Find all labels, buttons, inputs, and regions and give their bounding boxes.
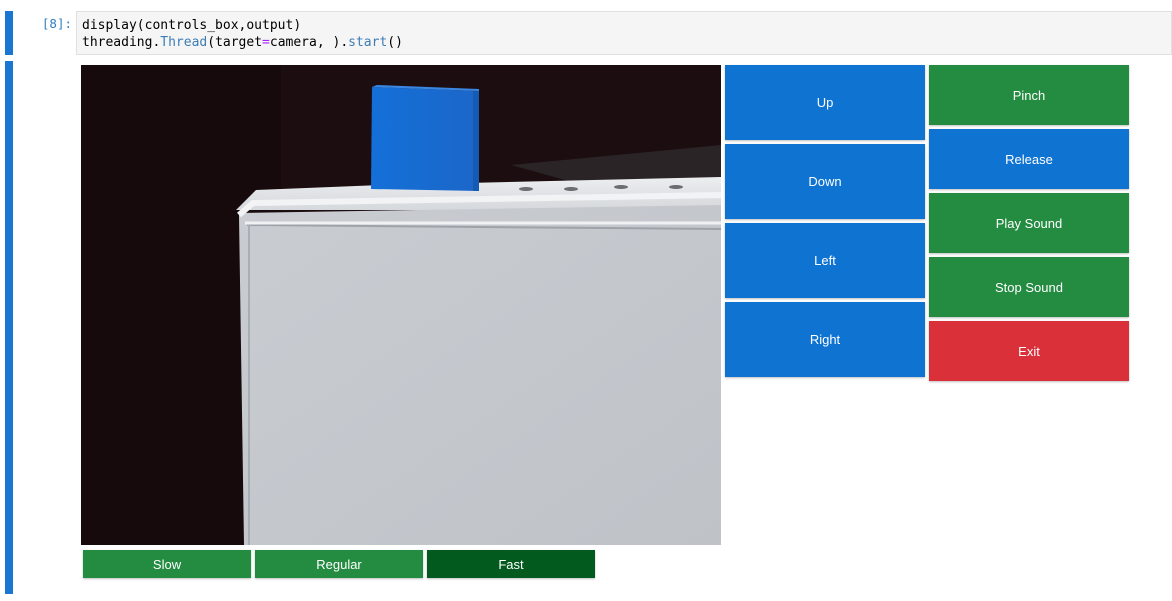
release-button-label: Release [1005,151,1053,167]
code-line-1: display(controls_box,output) [82,18,302,33]
speed-slow-button[interactable]: Slow [83,550,251,578]
exit-button-label: Exit [1018,343,1040,359]
up-button[interactable]: Up [725,65,925,140]
camera-scene [81,65,721,545]
up-button-label: Up [816,95,834,110]
exit-button[interactable]: Exit [929,321,1129,381]
speed-fast-label: Fast [498,556,524,572]
stop-sound-button[interactable]: Stop Sound [929,257,1129,317]
speed-slow-label: Slow [152,556,182,572]
play-sound-button[interactable]: Play Sound [929,193,1129,253]
left-button[interactable]: Left [725,223,925,298]
down-button-label: Down [808,174,842,189]
input-cell-bar[interactable] [5,11,13,55]
speed-regular-label: Regular [316,556,362,572]
pinch-button[interactable]: Pinch [929,65,1129,125]
input-prompt: [8]: [41,16,72,31]
speed-fast-button[interactable]: Fast [427,550,595,578]
camera-feed-image [81,65,721,545]
play-sound-button-label: Play Sound [995,215,1063,231]
right-button-label: Right [809,332,841,347]
down-button[interactable]: Down [725,144,925,219]
code-line-2: threading.Thread(target=camera, ).start(… [82,35,403,50]
code-editor[interactable]: display(controls_box,output) threading.T… [76,11,1172,55]
left-button-label: Left [814,253,836,268]
output-cell-bar[interactable] [5,61,13,594]
right-button[interactable]: Right [725,302,925,377]
pinch-button-label: Pinch [1012,87,1046,103]
release-button[interactable]: Release [929,129,1129,189]
speed-regular-button[interactable]: Regular [255,550,423,578]
stop-sound-button-label: Stop Sound [995,279,1063,295]
